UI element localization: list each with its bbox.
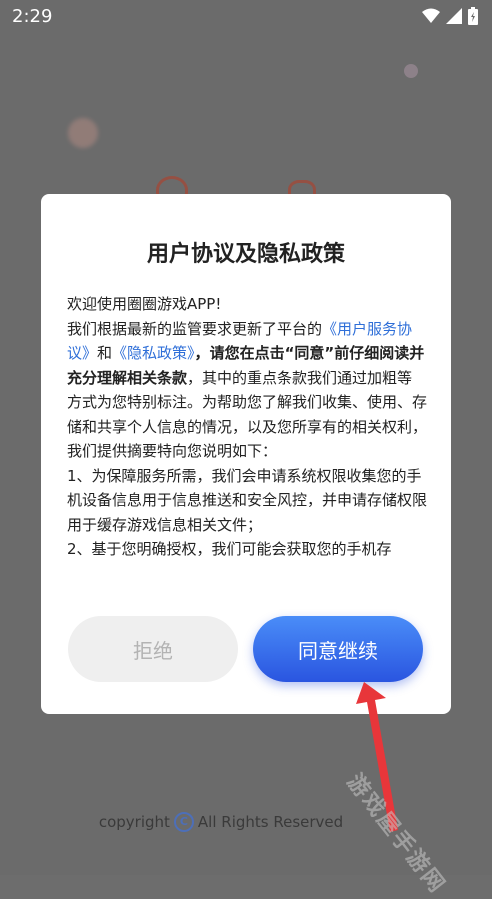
status-time: 2:29 xyxy=(12,6,53,27)
privacy-dialog: 用户协议及隐私政策 欢迎使用圈圈游戏APP! 我们根据最新的监管要求更新了平台的… xyxy=(41,194,451,714)
list-item: 2、基于您明确授权，我们可能会获取您的手机存 xyxy=(67,540,392,558)
copyright-label: copyright xyxy=(98,813,170,831)
refuse-button[interactable]: 拒绝 xyxy=(68,616,238,682)
comma-text: ， xyxy=(194,344,210,362)
cellular-signal-icon xyxy=(446,8,462,24)
paragraph-text: 我们根据最新的监管要求更新了平台的 xyxy=(67,319,323,338)
dialog-body[interactable]: 欢迎使用圈圈游戏APP! 我们根据最新的监管要求更新了平台的《用户服务协议》和《… xyxy=(67,292,427,582)
welcome-text: 欢迎使用圈圈游戏APP! xyxy=(67,295,222,313)
privacy-policy-link[interactable]: 《隐私政策》 xyxy=(112,344,195,362)
background-decoration xyxy=(404,64,418,78)
wifi-icon xyxy=(422,8,440,23)
system-icons xyxy=(422,7,478,25)
dialog-title: 用户协议及隐私政策 xyxy=(146,242,345,267)
copyright-icon: C xyxy=(173,812,194,832)
battery-icon xyxy=(468,7,478,25)
status-bar: 2:29 xyxy=(0,0,492,34)
list-item: 1、为保障服务所需，我们会申请系统权限收集您的手机设备信息用于信息推送和安全风控… xyxy=(67,466,427,534)
connector-text: 和 xyxy=(97,344,113,362)
background-decoration xyxy=(68,118,98,148)
agreement-paragraph: 我们根据最新的监管要求更新了平台的《用户服务协议》和《隐私政策》，请您在点击“同… xyxy=(67,317,427,464)
copyright-rights: All Rights Reserved xyxy=(197,813,344,831)
agree-continue-button[interactable]: 同意继续 xyxy=(253,616,423,682)
